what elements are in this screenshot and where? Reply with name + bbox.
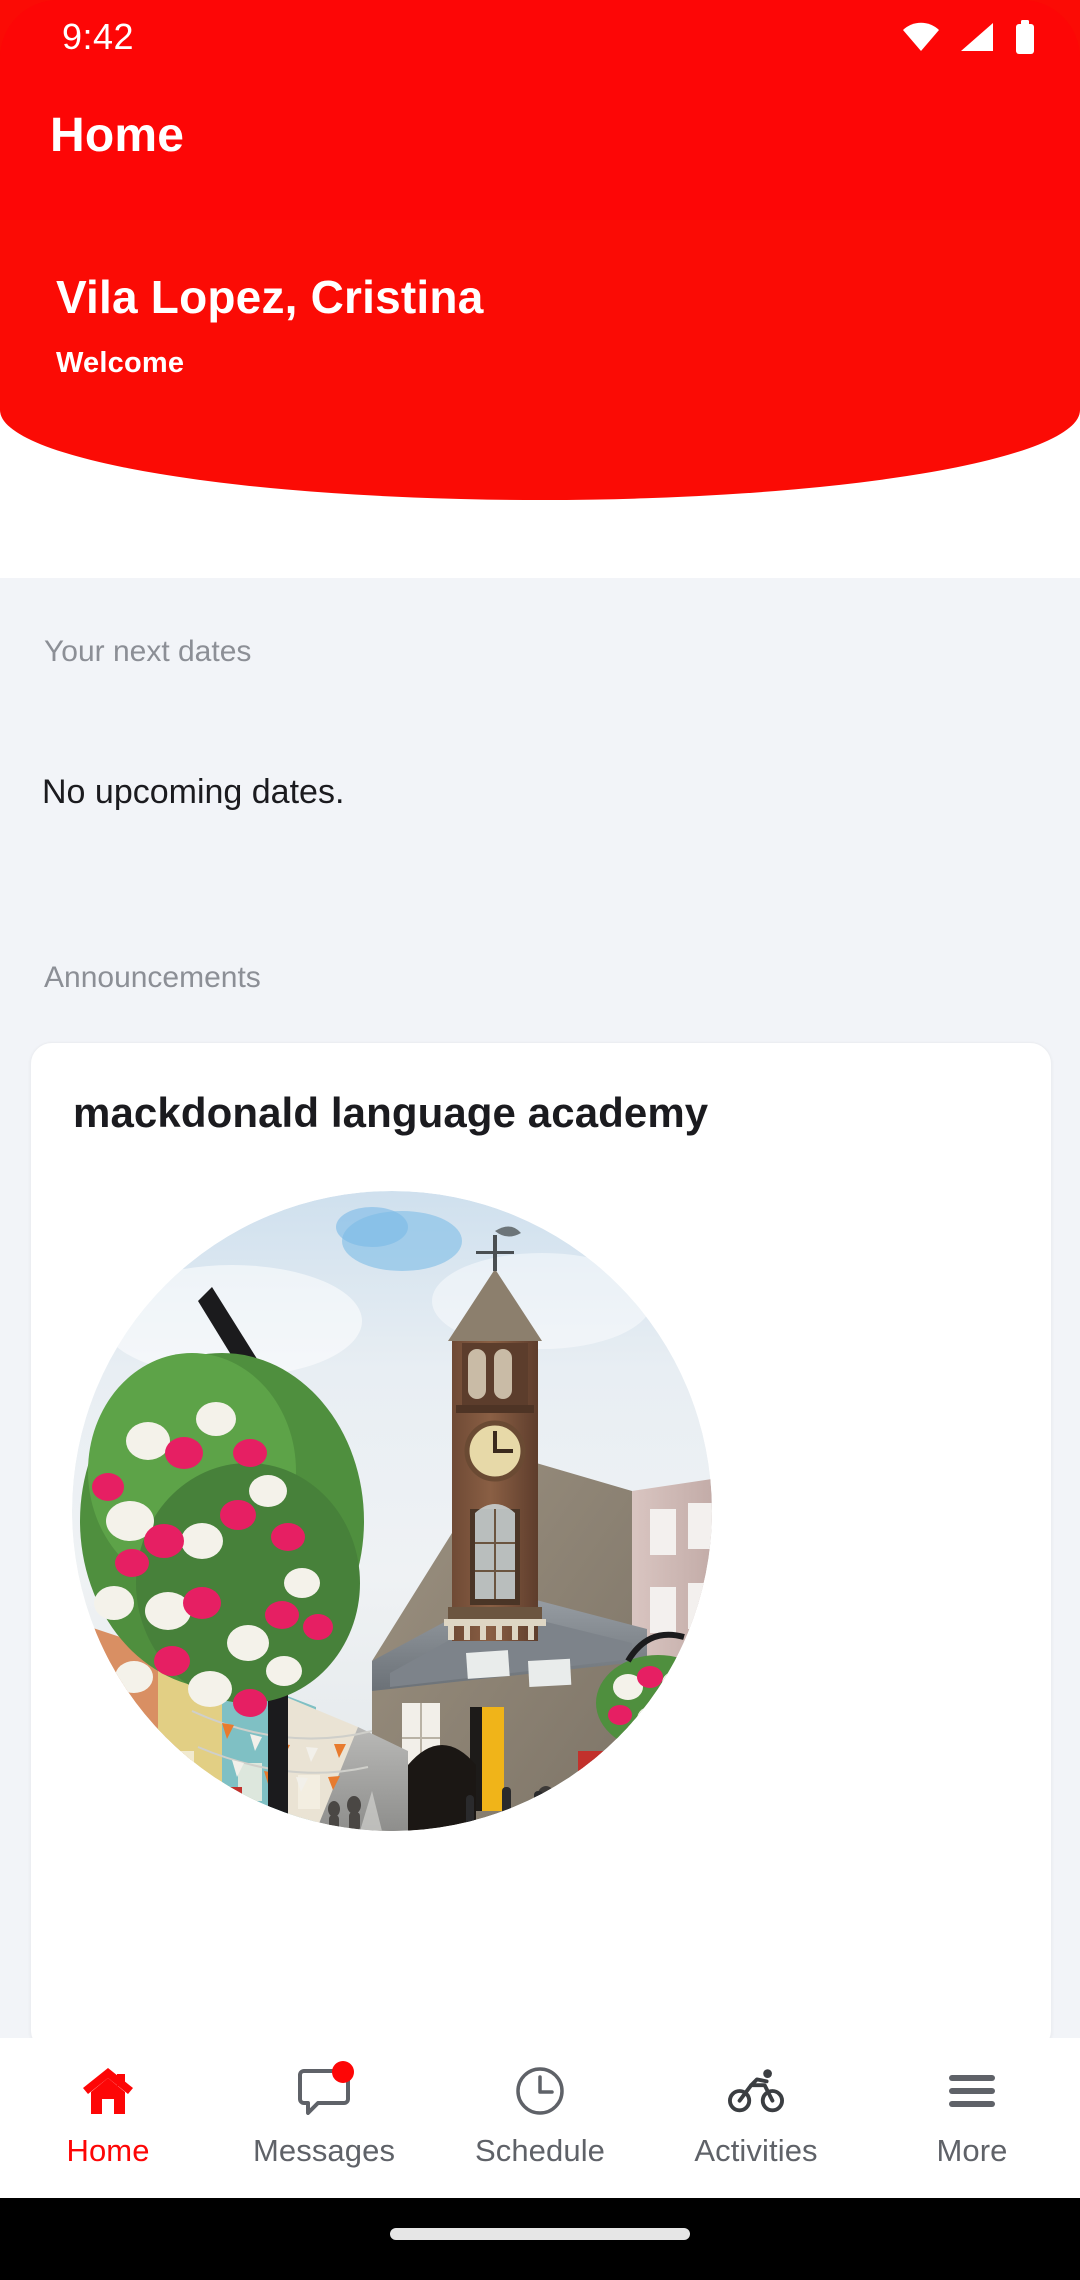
town-street-clock-tower-photo [72,1191,712,1831]
nav-item-home[interactable]: Home [0,2038,216,2169]
phone-screen: 9:42 Home Vila Lopez, Cristina Welcome Y [0,0,1080,2280]
nav-item-more[interactable]: More [864,2038,1080,2169]
nav-label-activities: Activities [694,2133,818,2168]
bicycle-icon [728,2063,784,2119]
no-upcoming-dates-message: No upcoming dates. [42,773,345,811]
status-bar-clock: 9:42 [62,16,135,57]
announcement-card[interactable]: mackdonald language academy [30,1042,1052,2038]
message-notification-badge [332,2061,354,2083]
nav-label-home: Home [66,2133,150,2168]
welcome-text: Welcome [56,346,185,379]
nav-label-more: More [936,2133,1008,2168]
nav-item-messages[interactable]: Messages [216,2038,432,2169]
status-bar: 9:42 [0,0,1080,74]
app-header: 9:42 Home Vila Lopez, Cristina Welcome [0,0,1080,500]
home-indicator-pill[interactable] [390,2228,690,2240]
user-greeting-block: Vila Lopez, Cristina Welcome [56,272,483,380]
message-icon [296,2061,354,2119]
cellular-signal-icon [961,23,993,51]
wifi-icon [903,22,939,51]
home-icon [80,2063,136,2119]
nav-item-activities[interactable]: Activities [648,2038,864,2169]
nav-label-messages: Messages [252,2133,396,2168]
menu-icon [944,2063,1000,2119]
gesture-navigation-area [0,2198,1080,2280]
announcements-section-label: Announcements [44,961,261,994]
next-dates-section-label: Your next dates [44,635,252,668]
user-name: Vila Lopez, Cristina [56,271,484,323]
battery-icon [1016,20,1034,54]
nav-label-schedule: Schedule [474,2133,606,2168]
nav-item-schedule[interactable]: Schedule [432,2038,648,2169]
clock-icon [512,2063,568,2119]
status-bar-icons [902,20,1036,54]
page-title: Home [50,109,185,162]
announcement-title: mackdonald language academy [73,1089,709,1136]
bottom-navigation-bar: Home Messages Schedule Activities More [0,2038,1080,2198]
main-content: Your next dates No upcoming dates. Annou… [0,578,1080,2038]
